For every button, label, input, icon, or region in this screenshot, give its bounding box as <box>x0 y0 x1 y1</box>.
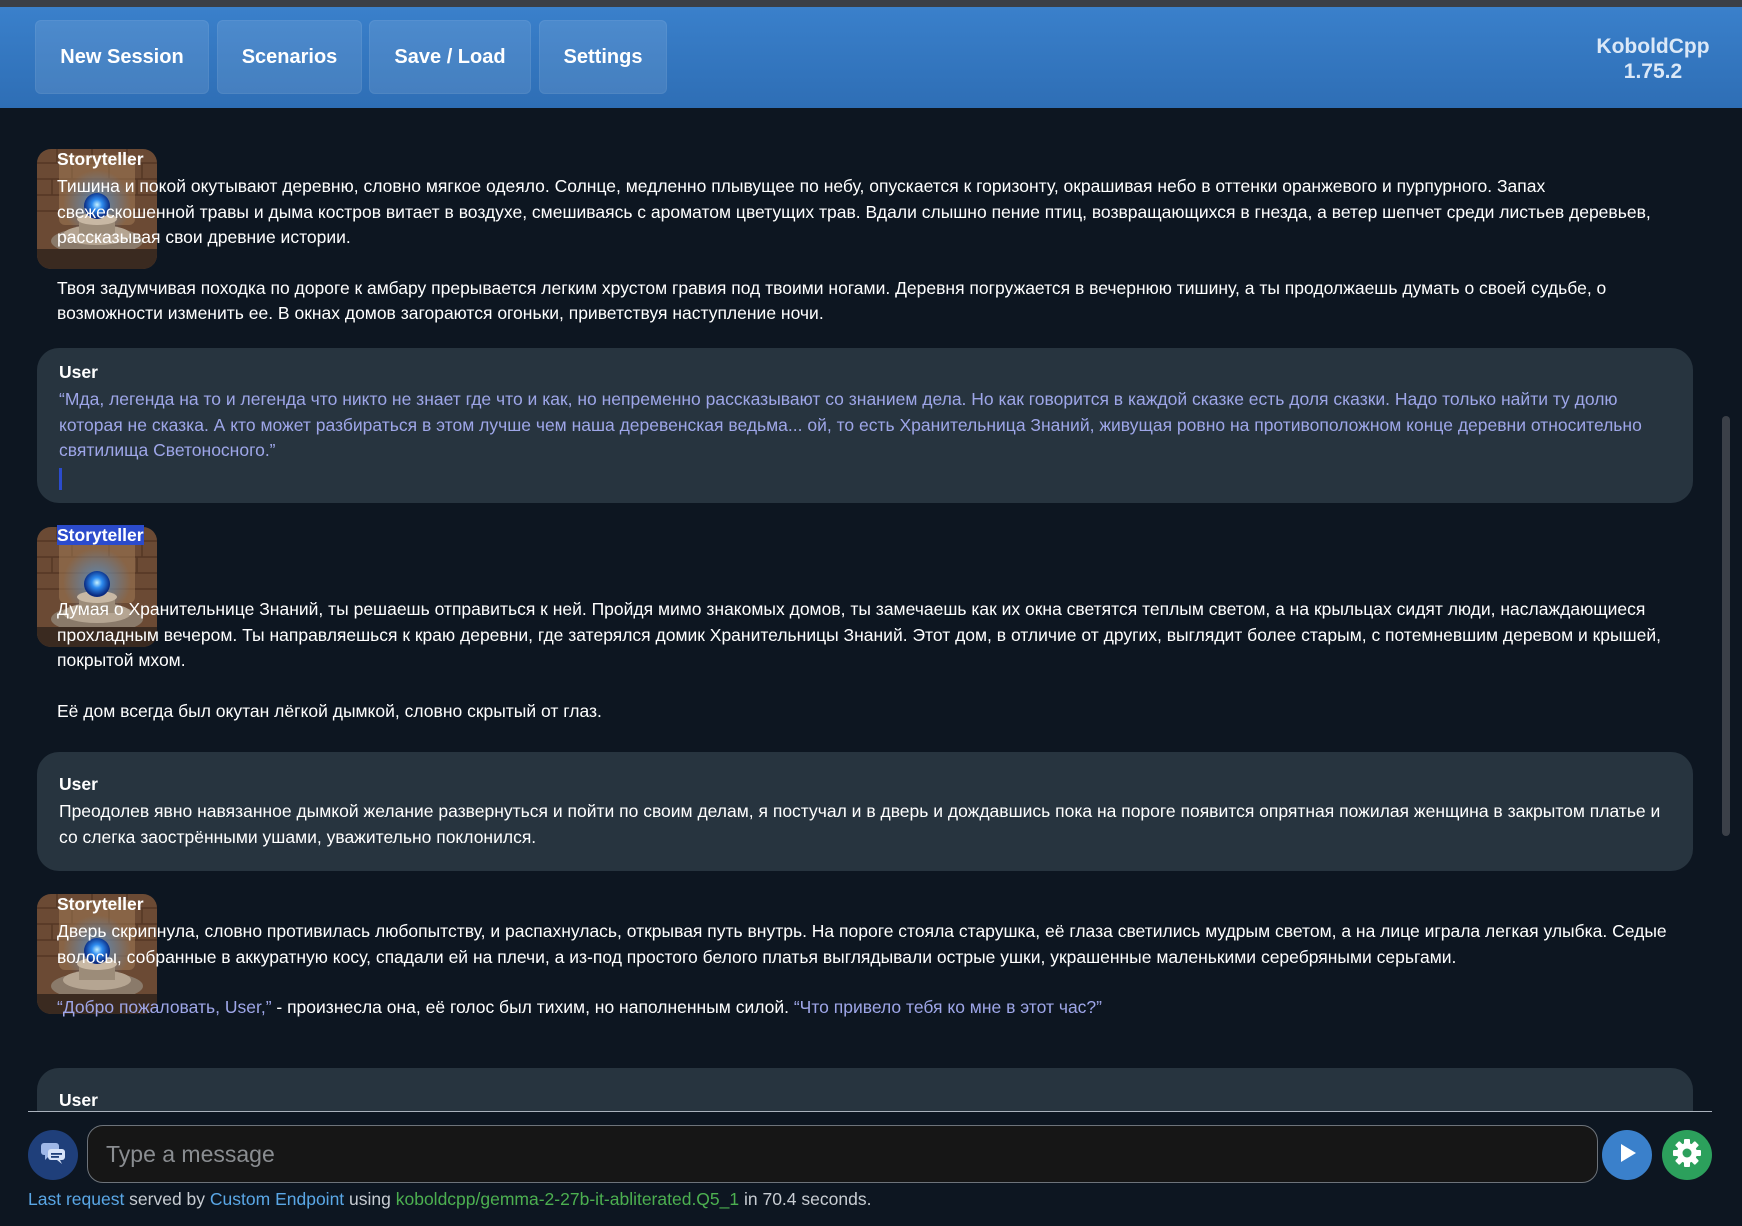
dialogue-quote: “Что привело тебя ко мне в этот час?” <box>793 997 1102 1017</box>
message-dialogue: “Добро пожаловать, User,” - произнесла о… <box>57 995 1671 1021</box>
message-author: User <box>59 1090 98 1110</box>
status-text: in 70.4 seconds. <box>739 1189 872 1209</box>
message-author: User <box>59 774 98 794</box>
message-paragraph: Её дом всегда был окутан лёгкой дымкой, … <box>57 700 602 721</box>
dialogue-narration: - произнесла она, её голос был тихим, но… <box>271 997 794 1017</box>
input-bar: Last request served by Custom Endpoint u… <box>0 1112 1742 1226</box>
chat-mode-button[interactable] <box>28 1130 78 1180</box>
storyteller-message: Storyteller Думая о Хранительнице Знаний… <box>37 511 1693 743</box>
status-text: served by <box>124 1189 210 1209</box>
settings-button[interactable]: Settings <box>539 20 667 94</box>
send-button[interactable] <box>1602 1130 1652 1180</box>
app-brand: KoboldCpp 1.75.2 <box>1588 34 1718 84</box>
message-quote[interactable]: “Мда, легенда на то и легенда что никто … <box>59 387 1671 464</box>
chat-bubbles-icon <box>38 1138 68 1173</box>
message-input[interactable] <box>87 1125 1598 1183</box>
model-name: koboldcpp/gemma-2-27b-it-abliterated.Q5_… <box>395 1189 740 1209</box>
message-author: Storyteller <box>57 894 144 914</box>
save-load-button[interactable]: Save / Load <box>369 20 531 94</box>
chat-history[interactable]: Storyteller Тишина и покой окутывают дер… <box>0 108 1742 1112</box>
user-message: User “Мда, легенда на то и легенда что н… <box>37 348 1693 503</box>
window-top-edge <box>0 0 1742 7</box>
user-message: User Преодолев явно навязанное дымкой же… <box>37 752 1693 871</box>
message-author: User <box>59 362 98 382</box>
message-author: Storyteller <box>57 525 144 545</box>
chat-scrollbar[interactable] <box>1722 416 1730 836</box>
message-paragraph: Тишина и покой окутывают деревню, словно… <box>57 176 1651 247</box>
last-request-link[interactable]: Last request <box>28 1189 124 1209</box>
message-paragraph: Дверь скрипнула, словно противилась любо… <box>57 921 1667 967</box>
message-author: Storyteller <box>57 149 144 169</box>
storyteller-message: Storyteller Тишина и покой окутывают дер… <box>37 135 1693 340</box>
message-paragraph: Думая о Хранительнице Знаний, ты решаешь… <box>57 599 1662 670</box>
status-line: Last request served by Custom Endpoint u… <box>28 1189 871 1210</box>
storyteller-bubble: Storyteller Дверь скрипнула, словно прот… <box>37 880 1693 1060</box>
user-message: User <box>37 1068 1693 1112</box>
top-navigation-bar: New Session Scenarios Save / Load Settin… <box>0 7 1742 108</box>
message-text: Преодолев явно навязанное дымкой желание… <box>59 801 1661 847</box>
settings-button[interactable] <box>1662 1130 1712 1180</box>
status-text: using <box>344 1189 396 1209</box>
brand-version: 1.75.2 <box>1623 60 1683 83</box>
gear-icon <box>1671 1137 1703 1174</box>
new-session-button[interactable]: New Session <box>35 20 209 94</box>
text-cursor <box>59 467 62 490</box>
endpoint-link[interactable]: Custom Endpoint <box>210 1189 344 1209</box>
scenarios-button[interactable]: Scenarios <box>217 20 362 94</box>
message-paragraph: Твоя задумчивая походка по дороге к амба… <box>57 277 1607 324</box>
storyteller-bubble: Storyteller Думая о Хранительнице Знаний… <box>37 511 1693 743</box>
brand-name: KoboldCpp <box>1596 35 1710 58</box>
storyteller-bubble: Storyteller Тишина и покой окутывают дер… <box>37 135 1693 340</box>
play-icon <box>1614 1140 1640 1171</box>
storyteller-message: Storyteller Дверь скрипнула, словно прот… <box>37 880 1693 1060</box>
dialogue-quote: “Добро пожаловать, User,” <box>57 997 272 1017</box>
